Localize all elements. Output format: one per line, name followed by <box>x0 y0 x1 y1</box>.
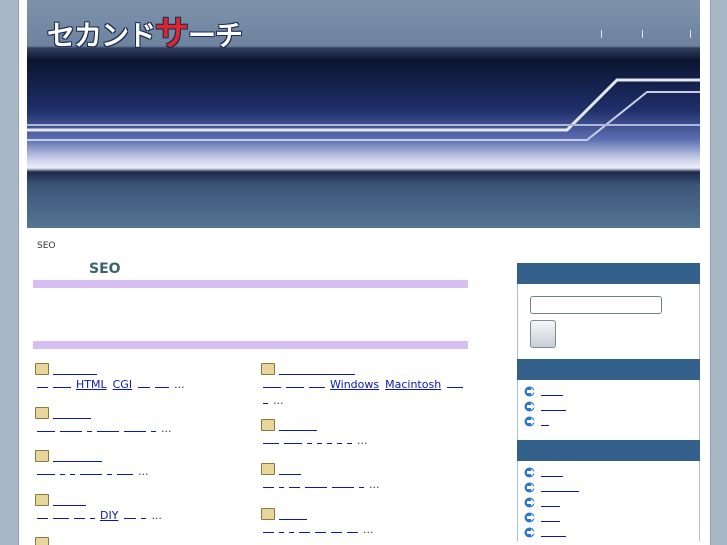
search-input[interactable] <box>530 296 662 314</box>
sidebar-search-header <box>517 263 700 284</box>
category-item: ... <box>261 419 368 447</box>
sidebar-link[interactable] <box>524 414 699 429</box>
folder-icon <box>261 463 275 475</box>
arrow-right-icon <box>524 497 535 508</box>
category-item: DIY... <box>35 494 162 522</box>
sidebar-link[interactable] <box>524 510 699 525</box>
folder-icon <box>261 363 275 375</box>
category-link[interactable] <box>279 419 317 431</box>
sidebar-links-header <box>517 359 700 380</box>
folder-icon <box>261 508 275 520</box>
arrow-right-icon <box>524 482 535 493</box>
folder-icon <box>35 537 49 545</box>
top-nav-separator <box>601 30 602 38</box>
category-link[interactable] <box>279 463 301 475</box>
subcategory-link-diy[interactable]: DIY <box>100 509 118 522</box>
header-banner: セカンドサーチ <box>27 0 700 228</box>
category-link[interactable] <box>53 363 97 375</box>
arrow-right-icon <box>524 512 535 523</box>
sidebar-link[interactable] <box>524 525 699 540</box>
category-link[interactable] <box>53 407 91 419</box>
category-link[interactable] <box>279 508 307 520</box>
folder-icon <box>261 419 275 431</box>
top-nav-separator <box>690 30 691 38</box>
banner-streaks <box>27 78 700 141</box>
arrow-right-icon <box>524 416 535 427</box>
subcategory-link-macintosh[interactable]: Macintosh <box>385 378 441 391</box>
subcategory-link-cgi[interactable]: CGI <box>113 378 132 391</box>
folder-icon <box>35 450 49 462</box>
arrow-right-icon <box>524 401 535 412</box>
search-button[interactable] <box>530 320 556 348</box>
arrow-right-icon <box>524 386 535 397</box>
category-item: ... <box>35 407 172 435</box>
subcategory-link-html[interactable]: HTML <box>76 378 107 391</box>
sidebar-link[interactable] <box>524 495 699 510</box>
sidebar-links-header <box>517 440 700 461</box>
top-nav-separator <box>642 30 643 38</box>
category-link[interactable] <box>53 494 86 506</box>
subcategory-link-windows[interactable]: Windows <box>330 378 379 391</box>
search-box <box>517 284 700 359</box>
arrow-right-icon <box>524 467 535 478</box>
page-title: SEO <box>89 261 121 277</box>
category-item: ... <box>35 450 149 478</box>
folder-icon <box>35 494 49 506</box>
sidebar-link[interactable] <box>524 480 699 495</box>
breadcrumb: SEO <box>37 241 56 251</box>
sidebar-links-box <box>517 380 700 440</box>
category-link[interactable] <box>53 450 102 462</box>
title-underline-bar <box>33 280 468 288</box>
sidebar-link[interactable] <box>524 384 699 399</box>
sidebar-link[interactable] <box>524 399 699 414</box>
arrow-right-icon <box>524 527 535 538</box>
sidebar-link[interactable] <box>524 465 699 480</box>
category-item: ... <box>261 463 380 491</box>
folder-icon <box>35 407 49 419</box>
category-item: HTML CGI... <box>35 363 185 391</box>
page: セカンドサーチ SEO SEO HTML CGI... ... ... DIY..… <box>18 0 711 545</box>
section-divider-bar <box>33 341 468 349</box>
category-link[interactable] <box>279 363 355 375</box>
sidebar <box>517 263 700 541</box>
category-item: Windows Macintosh ... <box>261 363 468 407</box>
folder-icon <box>35 363 49 375</box>
sidebar-links-box <box>517 461 700 541</box>
category-item: ... <box>261 508 374 536</box>
category-item <box>35 537 49 545</box>
